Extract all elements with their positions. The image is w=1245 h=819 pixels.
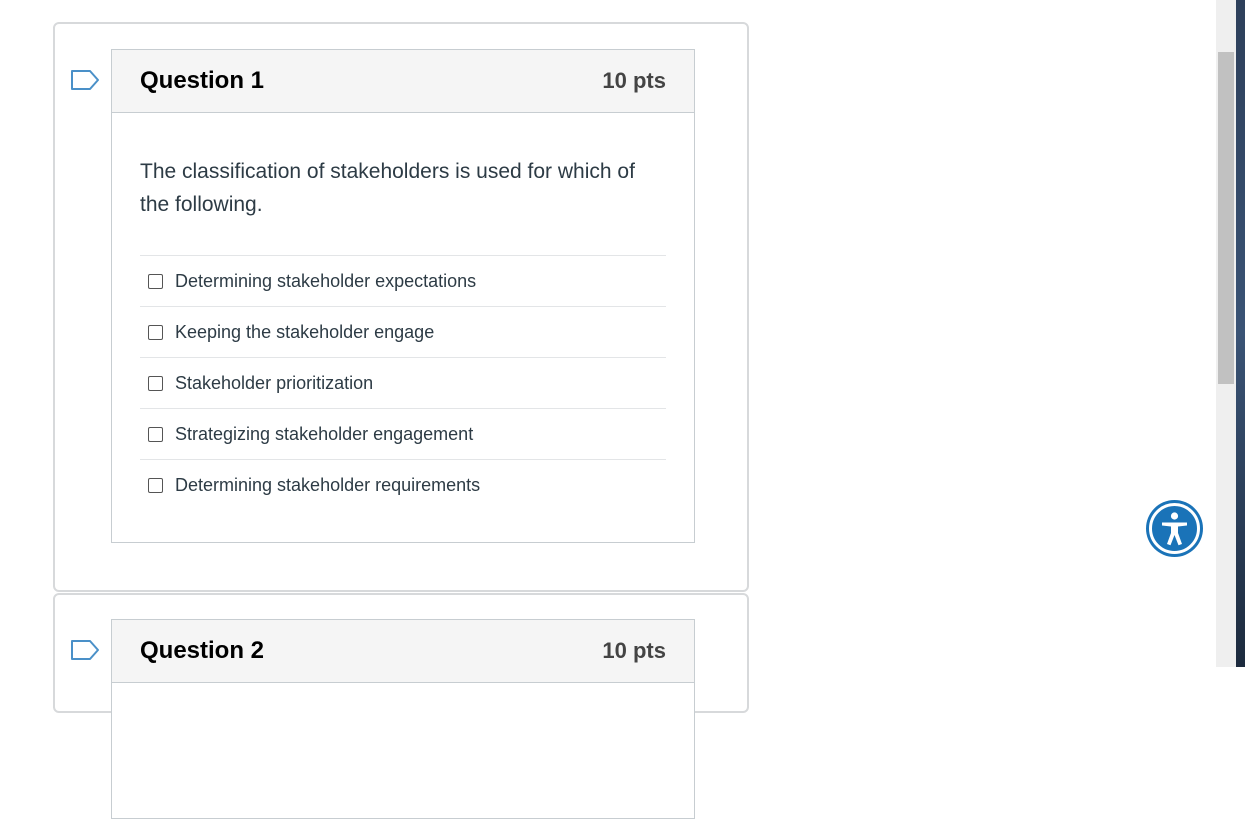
answer-checkbox[interactable]	[148, 426, 163, 442]
background-edge	[1236, 0, 1245, 667]
answer-option-3[interactable]: Stakeholder prioritization	[140, 358, 666, 409]
question-title: Question 1	[140, 67, 265, 94]
page-scrollbar[interactable]	[1216, 0, 1236, 667]
answer-checkbox[interactable]	[148, 273, 163, 289]
answer-option-4[interactable]: Strategizing stakeholder engagement	[140, 409, 666, 460]
question-header: Question 1 10 pts	[112, 50, 694, 113]
flag-icon[interactable]	[70, 639, 100, 661]
flag-icon[interactable]	[70, 69, 100, 91]
answer-label: Determining stakeholder expectations	[175, 270, 477, 291]
question-points: 10 pts	[602, 638, 666, 663]
question-title: Question 2	[140, 637, 265, 664]
answer-option-5[interactable]: Determining stakeholder requirements	[140, 460, 666, 511]
question-points: 10 pts	[602, 68, 666, 93]
answer-checkbox[interactable]	[148, 478, 163, 493]
answer-option-1[interactable]: Determining stakeholder expectations	[140, 256, 666, 307]
answer-checkbox[interactable]	[148, 324, 163, 340]
question-header: Question 2 10 pts	[112, 620, 694, 683]
question-2: Question 2 10 pts	[111, 619, 695, 819]
answer-label: Stakeholder prioritization	[175, 372, 374, 393]
answer-label: Keeping the stakeholder engage	[175, 321, 435, 342]
answer-checkbox[interactable]	[148, 375, 163, 391]
answer-label: Determining stakeholder requirements	[175, 475, 481, 495]
scrollbar-thumb[interactable]	[1218, 52, 1234, 384]
answer-option-2[interactable]: Keeping the stakeholder engage	[140, 307, 666, 358]
accessibility-button[interactable]	[1146, 500, 1203, 557]
answer-label: Strategizing stakeholder engagement	[175, 423, 474, 444]
question-text: The classification of stakeholders is us…	[140, 160, 635, 216]
accessibility-icon	[1149, 503, 1200, 554]
question-card-1: Question 1 10 pts The classification of …	[53, 22, 749, 592]
question-1: Question 1 10 pts The classification of …	[111, 49, 695, 543]
answer-list: Determining stakeholder expectations Kee…	[140, 255, 666, 511]
question-card-2: Question 2 10 pts	[53, 593, 749, 819]
